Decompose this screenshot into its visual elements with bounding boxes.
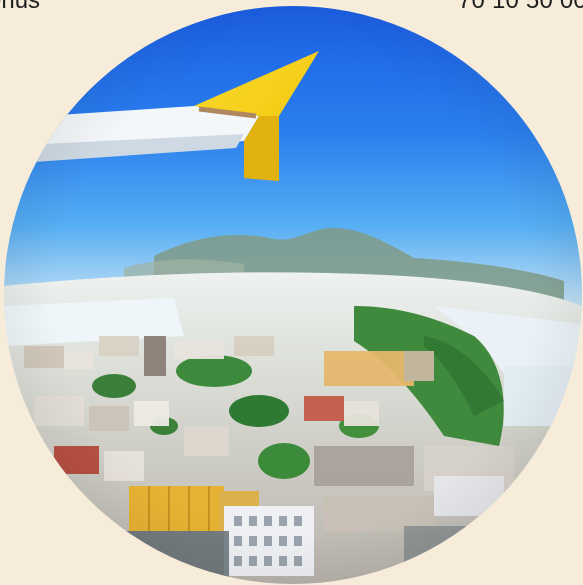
aerial-city-photo — [4, 6, 582, 584]
page: enus 70 10 50 00 — [0, 0, 583, 585]
menu-text-fragment[interactable]: enus — [0, 0, 40, 15]
circular-photo — [4, 6, 582, 584]
phone-number[interactable]: 70 10 50 00 — [458, 0, 583, 15]
